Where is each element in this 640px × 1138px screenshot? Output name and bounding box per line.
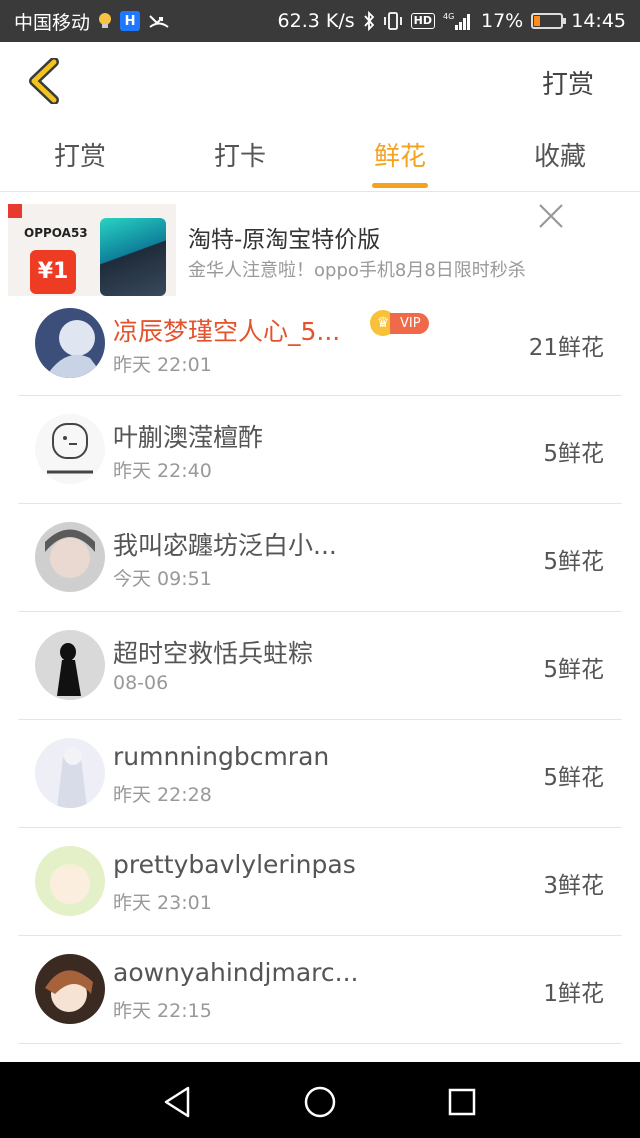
timestamp: 今天 09:51 xyxy=(113,568,212,590)
hd-badge: HD xyxy=(410,13,435,29)
avatar[interactable] xyxy=(35,414,105,484)
flower-list: 凉辰梦瑾空人心_5... ♛ VIP 昨天 22:01 21鲜花 叶蒯澳滢檀酢 … xyxy=(18,290,622,1044)
avatar[interactable] xyxy=(35,954,105,1024)
avatar[interactable] xyxy=(35,630,105,700)
list-item[interactable]: 叶蒯澳滢檀酢 昨天 22:40 5鲜花 xyxy=(18,396,622,504)
home-circle-icon[interactable] xyxy=(302,1084,338,1120)
timestamp: 昨天 22:15 xyxy=(113,1000,212,1022)
avatar[interactable] xyxy=(35,522,105,592)
close-icon[interactable] xyxy=(534,202,568,232)
svg-text:4G: 4G xyxy=(443,12,454,21)
tab-checkin[interactable]: 打卡 xyxy=(160,122,320,191)
username: 我叫宓躔坊泛白小... xyxy=(113,531,337,560)
timestamp: 08-06 xyxy=(113,672,169,694)
tab-flowers[interactable]: 鲜花 xyxy=(320,122,480,191)
username: 凉辰梦瑾空人心_5... xyxy=(113,317,341,346)
tab-reward[interactable]: 打赏 xyxy=(0,122,160,191)
flower-count: 3鲜花 xyxy=(543,873,604,899)
flower-count: 5鲜花 xyxy=(543,441,604,467)
app-notification-icon: H xyxy=(120,11,141,31)
clock: 14:45 xyxy=(571,10,626,32)
ad-subtitle: 金华人注意啦！oppo手机8月8日限时秒杀 xyxy=(188,260,526,281)
list-item[interactable]: 我叫宓躔坊泛白小... 今天 09:51 5鲜花 xyxy=(18,504,622,612)
vibrate-icon xyxy=(383,12,403,30)
list-item[interactable]: rumnningbcmran 昨天 22:28 5鲜花 xyxy=(18,720,622,828)
chevron-left-icon xyxy=(29,57,59,105)
username: rumnningbcmran xyxy=(113,742,330,771)
flower-count: 5鲜花 xyxy=(543,549,604,575)
phone-image xyxy=(100,218,166,296)
ad-image: OPPOA53 ¥1 xyxy=(8,204,176,296)
timestamp: 昨天 22:01 xyxy=(113,354,212,376)
tab-favorites[interactable]: 收藏 xyxy=(480,122,640,191)
back-button[interactable] xyxy=(26,57,66,105)
flower-count: 21鲜花 xyxy=(528,335,604,361)
username: 超时空救恬兵蛀粽 xyxy=(113,639,314,668)
tab-indicator xyxy=(372,183,428,188)
battery-icon xyxy=(531,13,567,29)
username: aownyahindjmarc... xyxy=(113,958,359,987)
recent-apps-icon[interactable] xyxy=(444,1084,480,1120)
avatar[interactable] xyxy=(35,846,105,916)
list-item[interactable]: aownyahindjmarc... 昨天 22:15 1鲜花 xyxy=(18,936,622,1044)
list-item[interactable]: prettybavlylerinpas 昨天 23:01 3鲜花 xyxy=(18,828,622,936)
list-item[interactable]: 凉辰梦瑾空人心_5... ♛ VIP 昨天 22:01 21鲜花 xyxy=(18,290,622,396)
flower-count: 5鲜花 xyxy=(543,765,604,791)
vip-badge: ♛ VIP xyxy=(370,310,429,336)
back-triangle-icon[interactable] xyxy=(160,1084,196,1120)
tab-bar: 打赏 打卡 鲜花 收藏 xyxy=(0,122,640,192)
flower-count: 1鲜花 xyxy=(543,981,604,1007)
bluetooth-icon xyxy=(363,11,375,31)
network-speed: 62.3 K/s xyxy=(277,10,355,32)
avatar[interactable] xyxy=(35,738,105,808)
username: 叶蒯澳滢檀酢 xyxy=(113,423,264,452)
header: 打赏 xyxy=(0,42,640,122)
ad-title: 淘特-原淘宝特价版 xyxy=(188,227,381,253)
flower-count: 5鲜花 xyxy=(543,657,604,683)
list-item[interactable]: 超时空救恬兵蛀粽 08-06 5鲜花 xyxy=(18,612,622,720)
system-nav-bar xyxy=(0,1062,640,1138)
status-bar: 中国移动 H 62.3 K/s HD 4G 17% 14:45 xyxy=(0,0,640,42)
carrier-label: 中国移动 xyxy=(14,11,91,34)
timestamp: 昨天 22:28 xyxy=(113,784,212,806)
lightbulb-icon xyxy=(98,12,112,30)
signal-icon: 4G xyxy=(443,11,473,31)
username: prettybavlylerinpas xyxy=(113,850,356,879)
timestamp: 昨天 22:40 xyxy=(113,460,212,482)
battery-percent: 17% xyxy=(481,10,524,32)
missed-call-icon xyxy=(148,12,170,30)
avatar[interactable] xyxy=(35,308,105,378)
timestamp: 昨天 23:01 xyxy=(113,892,212,914)
reward-header-button[interactable]: 打赏 xyxy=(542,64,594,101)
